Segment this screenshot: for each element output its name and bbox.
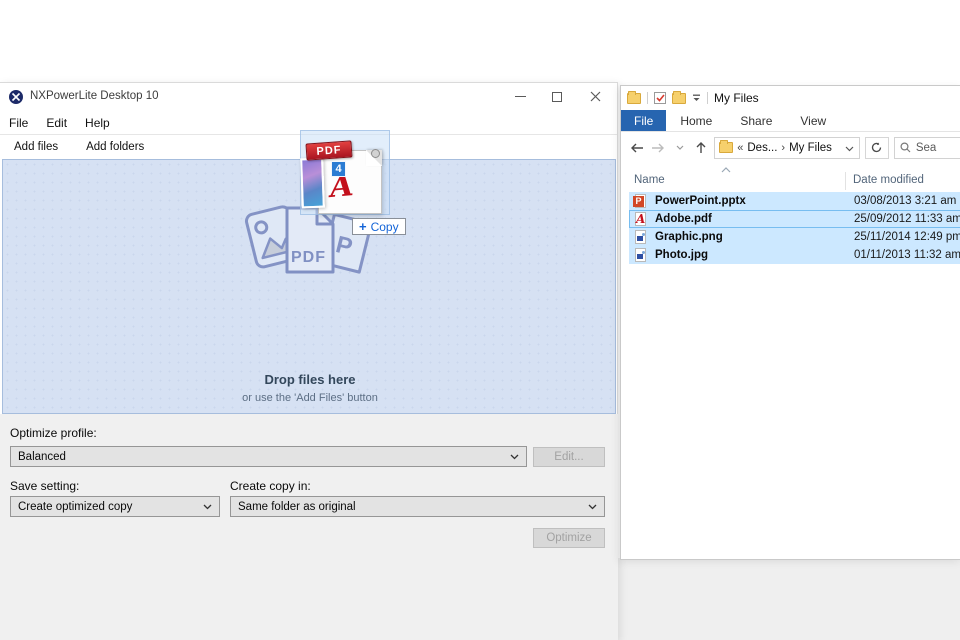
back-button[interactable] [629,138,645,158]
window-title: NXPowerLite Desktop 10 [30,90,158,102]
optimize-button[interactable]: Optimize [533,528,605,548]
chevron-down-icon [510,454,519,460]
ribbon-tabs: File Home Share View [621,110,960,132]
titlebar-separator [647,92,648,104]
recent-locations-chevron-icon[interactable] [672,138,688,158]
explorer-app-icon [627,93,641,104]
save-setting-value: Create optimized copy [18,501,132,513]
svg-text:PDF: PDF [291,249,326,266]
powerpoint-file-icon: P [633,194,648,209]
drag-preview-image-thumbnail [300,158,325,209]
file-name: Adobe.pdf [655,213,712,225]
file-explorer-window: My Files File Home Share View « [620,85,960,560]
edit-profile-button[interactable]: Edit... [533,447,605,467]
maximize-button[interactable] [540,83,574,110]
address-bar[interactable]: « Des... › My Files [714,137,860,159]
column-header-date-modified[interactable]: Date modified [853,174,924,186]
file-date: 25/11/2014 12:49 pm [854,231,960,243]
refresh-button[interactable] [865,137,889,159]
settings-panel: Optimize profile: Balanced Edit... Save … [0,414,618,640]
tab-share[interactable]: Share [726,110,786,131]
breadcrumb-current[interactable]: My Files [789,142,832,154]
file-row-photo[interactable]: Photo.jpg 01/11/2013 11:32 am [629,246,960,264]
create-copy-select[interactable]: Same folder as original [230,496,605,517]
minimize-icon [515,96,526,97]
save-setting-select[interactable]: Create optimized copy [10,496,220,517]
navigation-bar: « Des... › My Files Sea [621,132,960,163]
close-button[interactable] [578,83,612,110]
nxpowerlite-app-icon [9,90,23,104]
breadcrumb-parent[interactable]: Des... [747,142,777,154]
explorer-window-title: My Files [714,91,759,105]
copy-tooltip-label: Copy [371,220,399,234]
search-input[interactable]: Sea [894,137,960,159]
tab-file[interactable]: File [621,110,666,131]
forward-button[interactable] [650,138,666,158]
maximize-icon [552,92,562,102]
file-list: P PowerPoint.pptx 03/08/2013 3:21 am A A… [621,192,960,264]
file-row-powerpoint[interactable]: P PowerPoint.pptx 03/08/2013 3:21 am [629,192,960,210]
file-date: 01/11/2013 11:32 am [854,249,960,261]
drop-zone-heading: Drop files here [3,372,617,387]
up-button[interactable] [693,138,709,158]
file-name: Photo.jpg [655,249,708,261]
qat-properties-icon[interactable] [654,92,666,104]
search-icon [900,142,911,153]
drop-zone-subheading: or use the 'Add Files' button [3,392,617,404]
menu-edit[interactable]: Edit [37,116,76,130]
drag-preview-pdf-banner: PDF [305,140,352,160]
address-folder-icon [719,142,733,153]
menu-file[interactable]: File [0,116,37,130]
minimize-button[interactable] [503,83,537,110]
tab-home[interactable]: Home [666,110,726,131]
optimize-profile-select[interactable]: Balanced [10,446,527,467]
tab-view[interactable]: View [786,110,840,131]
image-file-icon [633,230,648,245]
image-file-icon [633,248,648,263]
search-placeholder-text: Sea [916,142,936,154]
titlebar-separator [707,92,708,104]
file-date: 25/09/2012 11:33 am [854,213,960,225]
pdf-file-outline-icon: PDF [287,208,333,272]
file-date: 03/08/2013 3:21 am [854,195,956,207]
create-copy-value: Same folder as original [238,501,356,513]
close-icon [590,91,601,102]
chevron-down-icon [588,504,597,510]
refresh-icon [871,142,882,153]
drag-file-count-badge: 4 [331,161,346,177]
nxp-titlebar[interactable]: NXPowerLite Desktop 10 [0,83,617,111]
menu-help[interactable]: Help [76,116,119,130]
column-headers: Name Date modified [621,170,960,192]
plus-icon: + [359,220,367,233]
chevron-down-icon [203,504,212,510]
optimize-profile-value: Balanced [18,451,66,463]
create-copy-label: Create copy in: [230,479,311,493]
address-dropdown-chevron-icon[interactable] [845,146,854,152]
file-name: Graphic.png [655,231,723,243]
pdf-file-icon: A [633,212,648,227]
optimize-profile-label: Optimize profile: [10,426,97,440]
save-setting-label: Save setting: [10,479,79,493]
qat-customize-icon[interactable] [692,94,701,102]
add-folders-button[interactable]: Add folders [72,141,158,153]
sort-ascending-icon [721,167,731,173]
file-row-adobe-pdf[interactable]: A Adobe.pdf 25/09/2012 11:33 am [629,210,960,228]
file-row-graphic[interactable]: Graphic.png 25/11/2014 12:49 pm [629,228,960,246]
drag-preview-ring-icon [371,149,380,158]
drag-copy-tooltip: + Copy [352,218,406,235]
qat-new-folder-icon[interactable] [672,93,686,104]
add-files-button[interactable]: Add files [0,141,72,153]
explorer-titlebar[interactable]: My Files [621,86,960,110]
column-header-name[interactable]: Name [634,174,665,186]
breadcrumb-separator: › [781,142,785,154]
file-name: PowerPoint.pptx [655,195,746,207]
column-divider[interactable] [845,172,846,190]
screenshot-canvas: NXPowerLite Desktop 10 File Edit Help Ad… [0,0,960,640]
breadcrumb-prefix: « [737,142,743,154]
